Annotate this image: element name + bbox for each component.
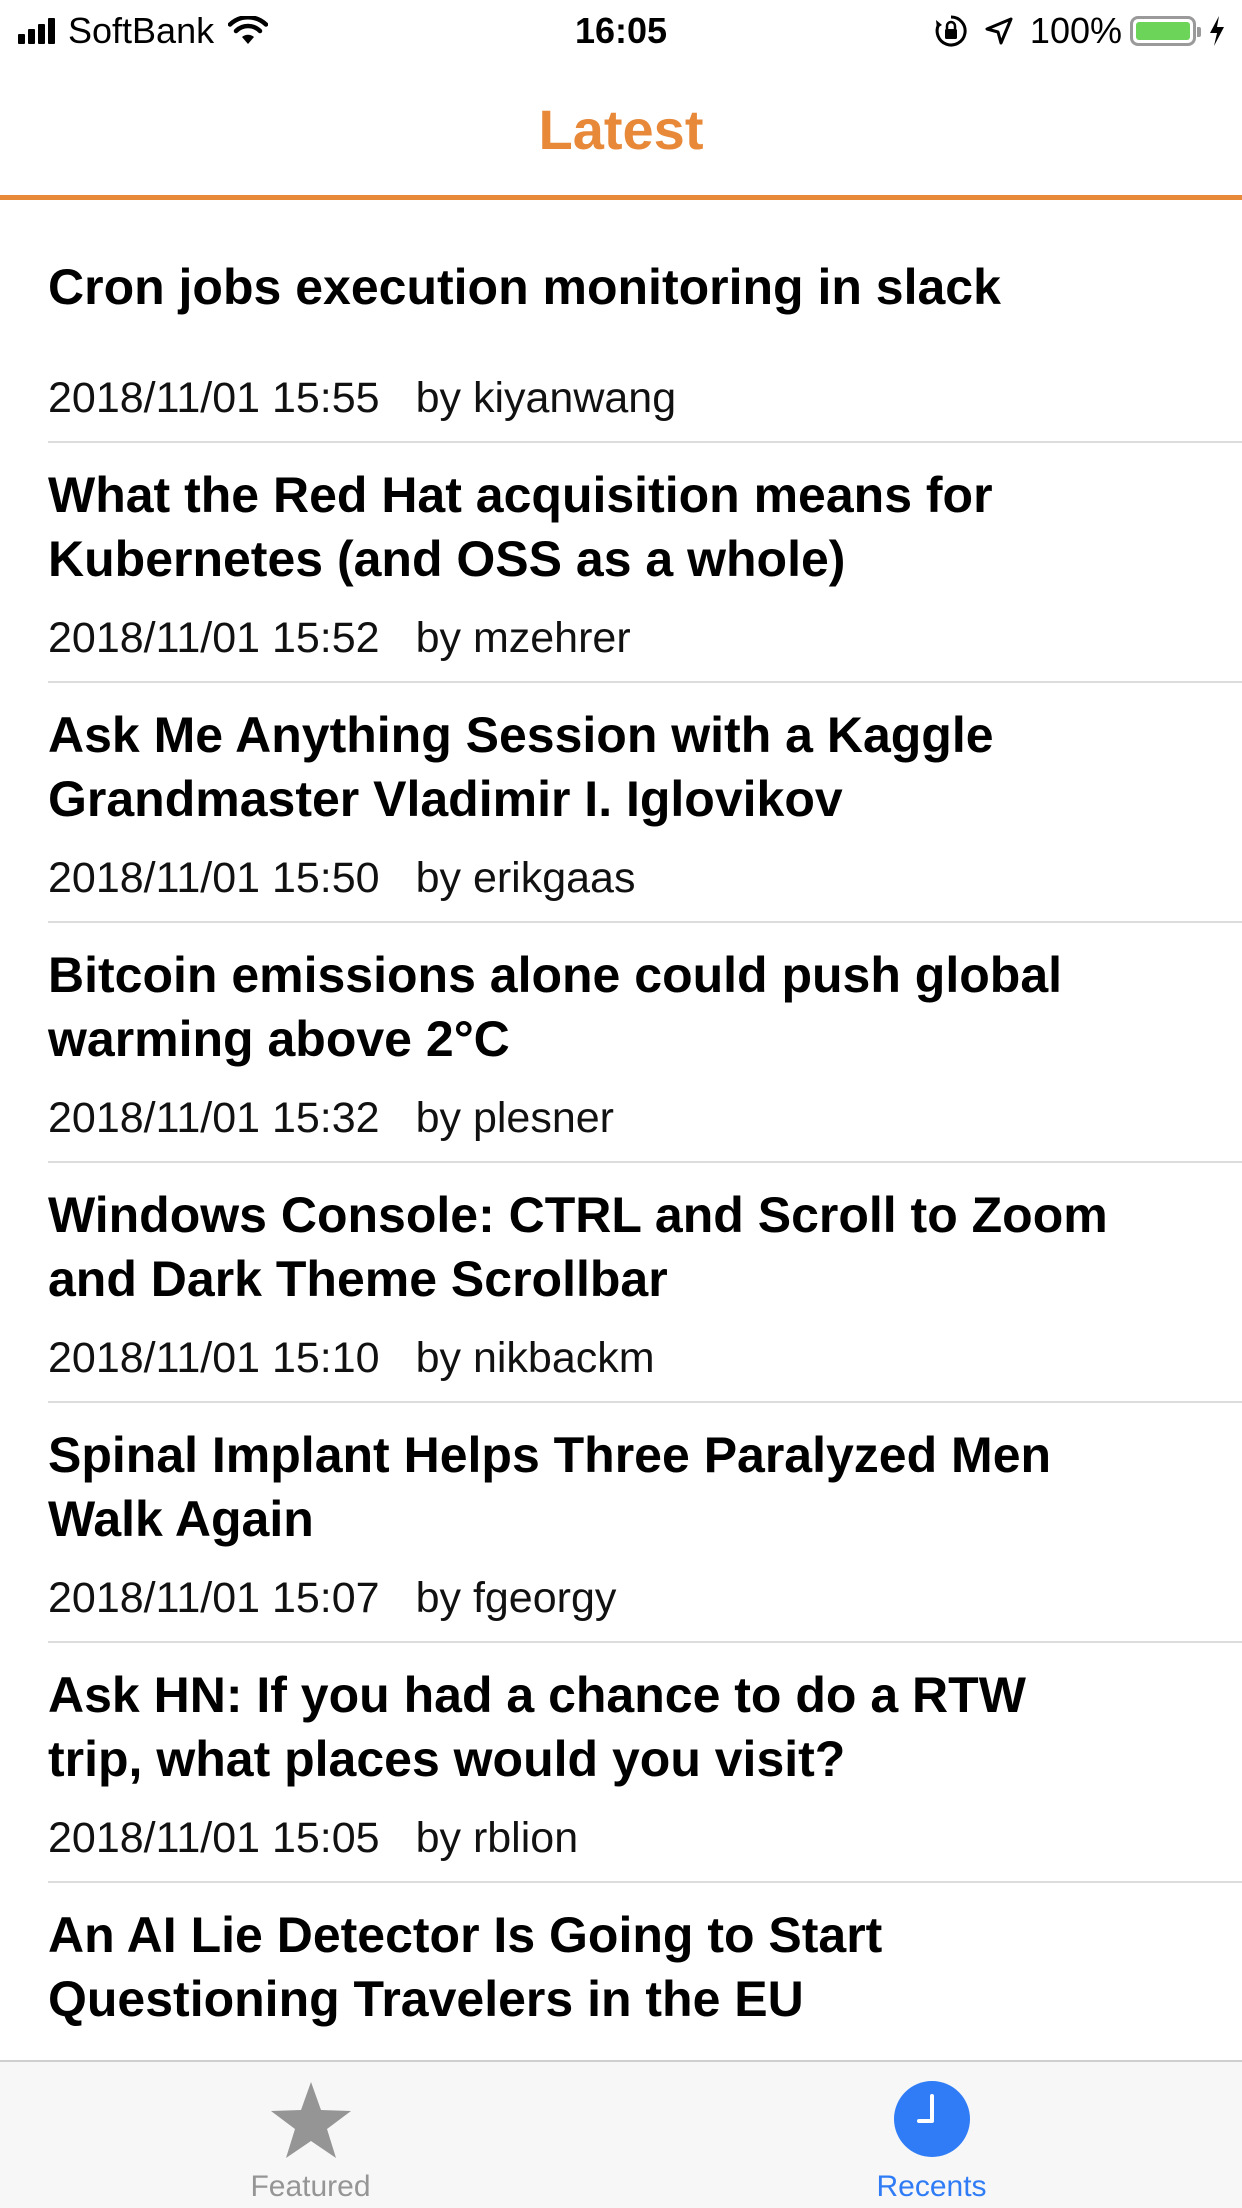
screen: SoftBank 16:05 100% Latest Cron jobs exe… [0, 0, 1242, 2208]
article-author: by erikgaas [415, 854, 636, 902]
article-meta: 2018/11/01 15:55 by kiyanwang [48, 373, 676, 423]
article-author: by nikbackm [415, 1334, 655, 1382]
article-author: by fgeorgy [415, 1574, 617, 1622]
list-item[interactable]: Spinal Implant Helps Three Paralyzed Men… [0, 1403, 1242, 1643]
list-item[interactable]: Ask HN: If you had a chance to do a RTW … [0, 1643, 1242, 1883]
article-author: by mzehrer [415, 614, 631, 662]
article-date: 2018/11/01 15:55 [48, 374, 380, 422]
article-date: 2018/11/01 15:52 [48, 614, 380, 662]
tab-label: Recents [876, 2170, 987, 2203]
star-icon [269, 2080, 353, 2165]
clock-icon [893, 2080, 971, 2163]
list-item[interactable]: What the Red Hat acquisition means for K… [0, 443, 1242, 683]
article-date: 2018/11/01 15:10 [48, 1334, 380, 1382]
article-meta: 2018/11/01 15:52 by mzehrer [48, 613, 631, 663]
article-author: by plesner [415, 1094, 614, 1142]
article-author: by rblion [415, 1814, 579, 1862]
battery-icon [1130, 16, 1201, 46]
list-item[interactable]: Ask Me Anything Session with a Kaggle Gr… [0, 683, 1242, 923]
list-item[interactable]: Cron jobs execution monitoring in slack … [0, 200, 1242, 443]
battery-level [1136, 22, 1190, 40]
article-title: Spinal Implant Helps Three Paralyzed Men… [48, 1427, 1052, 1547]
article-meta: 2018/11/01 15:07 by fgeorgy [48, 1573, 616, 1623]
list-item[interactable]: Bitcoin emissions alone could push globa… [0, 923, 1242, 1163]
tab-featured[interactable]: Featured [0, 2062, 621, 2208]
article-list[interactable]: Cron jobs execution monitoring in slack … [0, 200, 1242, 2123]
article-title: Windows Console: CTRL and Scroll to Zoom… [48, 1187, 1108, 1307]
article-author: by kiyanwang [415, 374, 677, 422]
article-meta: 2018/11/01 15:05 by rblion [48, 1813, 578, 1863]
status-bar: SoftBank 16:05 100% [0, 0, 1242, 62]
article-title: Ask HN: If you had a chance to do a RTW … [48, 1667, 1026, 1787]
article-date: 2018/11/01 15:05 [48, 1814, 380, 1862]
article-title: Ask Me Anything Session with a Kaggle Gr… [48, 707, 994, 827]
navigation-bar: Latest [0, 62, 1242, 200]
list-item[interactable]: Windows Console: CTRL and Scroll to Zoom… [0, 1163, 1242, 1403]
article-title: Bitcoin emissions alone could push globa… [48, 947, 1063, 1067]
page-title: Latest [538, 98, 704, 161]
rotation-lock-icon [934, 14, 968, 48]
article-meta: 2018/11/01 15:50 by erikgaas [48, 853, 635, 903]
location-arrow-icon [984, 16, 1014, 46]
article-title: What the Red Hat acquisition means for K… [48, 467, 993, 587]
status-right: 100% [934, 10, 1226, 52]
article-meta: 2018/11/01 15:32 by plesner [48, 1093, 614, 1143]
article-date: 2018/11/01 15:07 [48, 1574, 380, 1622]
battery-cap [1197, 27, 1201, 37]
article-title: An AI Lie Detector Is Going to Start Que… [48, 1907, 883, 2027]
article-title: Cron jobs execution monitoring in slack [48, 259, 1001, 315]
tab-recents[interactable]: Recents [621, 2062, 1242, 2208]
tab-bar: Featured Recents [0, 2060, 1242, 2208]
article-date: 2018/11/01 15:32 [48, 1094, 380, 1142]
charging-bolt-icon [1208, 15, 1226, 47]
battery-percent: 100% [1029, 10, 1122, 51]
article-meta: 2018/11/01 15:10 by nikbackm [48, 1333, 655, 1383]
tab-label: Featured [250, 2170, 371, 2203]
article-date: 2018/11/01 15:50 [48, 854, 380, 902]
